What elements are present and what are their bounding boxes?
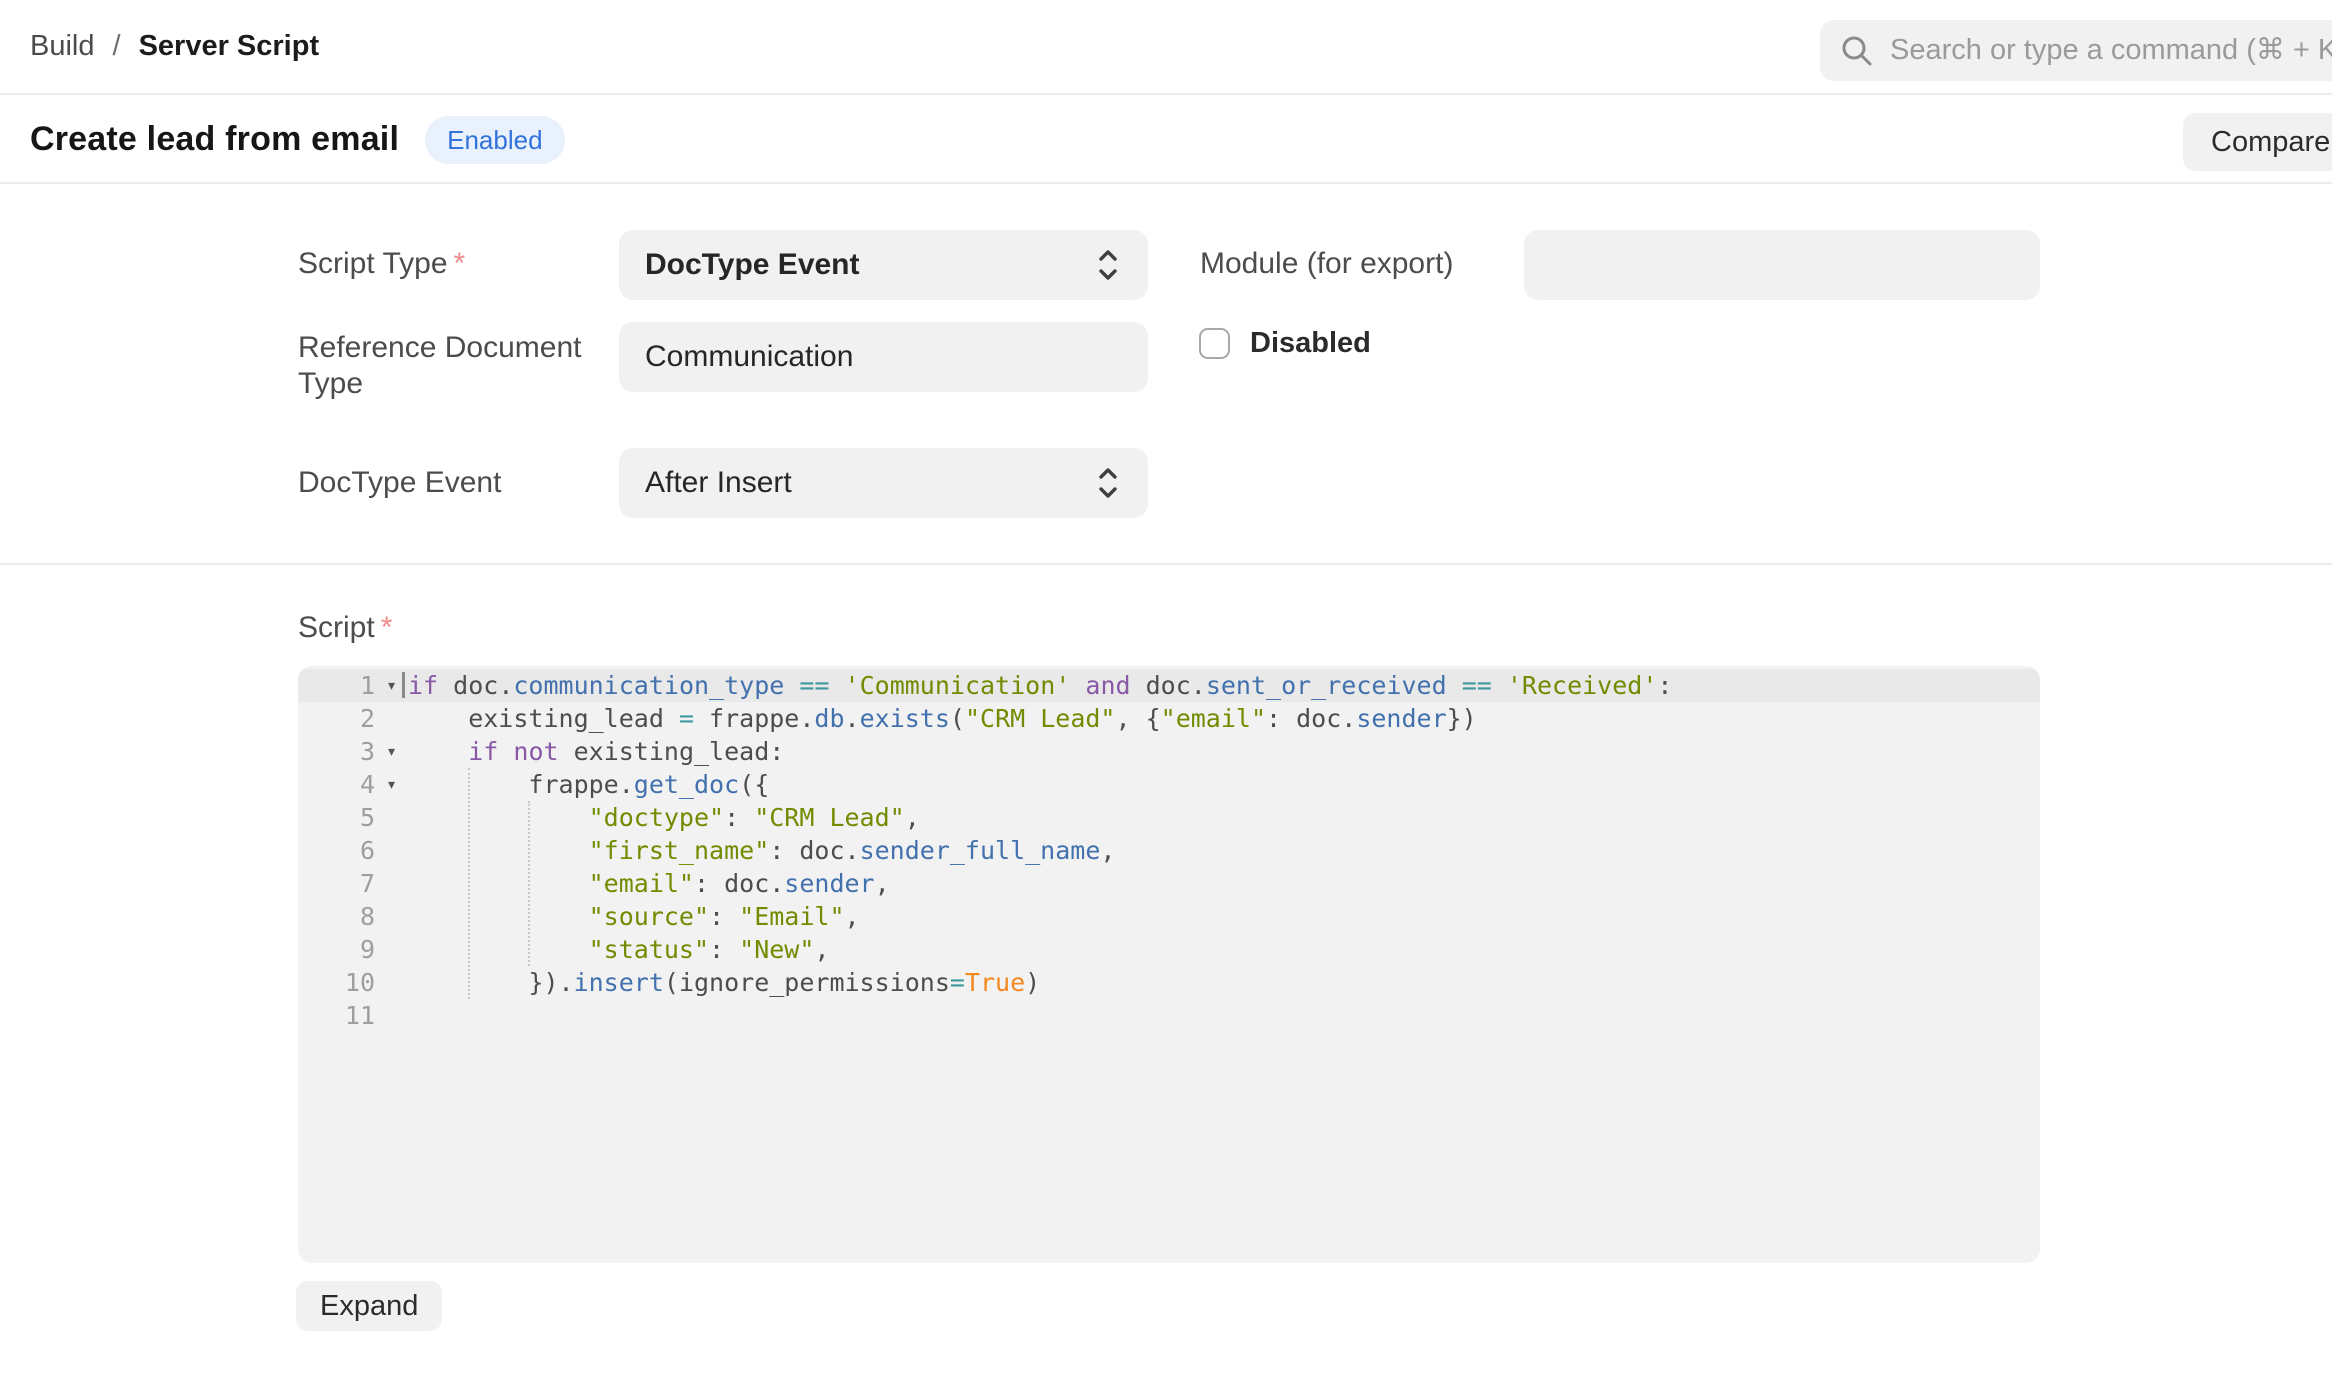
code-editor[interactable]: 1▾if doc.communication_type == 'Communic…	[298, 666, 2040, 1263]
chevron-updown-icon	[1094, 464, 1122, 502]
code-line[interactable]: 5 "doctype": "CRM Lead",	[298, 801, 2040, 834]
expand-editor-button[interactable]: Expand	[296, 1281, 442, 1331]
fold-gutter	[375, 834, 408, 867]
code-text	[408, 999, 2040, 1032]
script-type-label-text: Script Type	[298, 247, 448, 280]
code-line[interactable]: 3▾ if not existing_lead:	[298, 735, 2040, 768]
module-input[interactable]	[1524, 230, 2040, 300]
line-number: 4	[298, 768, 375, 801]
code-text: existing_lead = frappe.db.exists("CRM Le…	[408, 702, 2040, 735]
fold-gutter	[375, 867, 408, 900]
server-script-page: { "navbar": { "breadcrumb": { "root": "B…	[0, 0, 2332, 1384]
script-type-value: DocType Event	[645, 248, 860, 282]
code-text: }).insert(ignore_permissions=True)	[408, 966, 2040, 999]
line-number: 1	[298, 669, 375, 702]
code-text: "status": "New",	[408, 933, 2040, 966]
fold-arrow-icon[interactable]: ▾	[375, 735, 408, 768]
breadcrumb-build-link[interactable]: Build	[30, 30, 95, 63]
script-field-label: Script*	[298, 611, 392, 645]
line-number: 3	[298, 735, 375, 768]
script-type-label: Script Type*	[298, 246, 465, 282]
line-number: 11	[298, 999, 375, 1032]
page-header: Create lead from email Enabled Compare V…	[0, 97, 2332, 184]
line-number: 7	[298, 867, 375, 900]
compare-versions-button[interactable]: Compare Versions	[2183, 113, 2332, 171]
fold-gutter	[375, 801, 408, 834]
chevron-updown-icon	[1094, 246, 1122, 284]
editor-rows: 1▾if doc.communication_type == 'Communic…	[298, 669, 2040, 1032]
form-section: Script Type* DocType Event Module (for e…	[0, 184, 2332, 565]
line-number: 6	[298, 834, 375, 867]
status-badge: Enabled	[425, 116, 564, 164]
doctype-event-value: After Insert	[645, 466, 792, 500]
required-asterisk: *	[454, 247, 466, 280]
line-number: 2	[298, 702, 375, 735]
required-asterisk: *	[381, 611, 393, 644]
line-number: 5	[298, 801, 375, 834]
fold-gutter	[375, 933, 408, 966]
global-search[interactable]	[1820, 20, 2332, 81]
code-text: "email": doc.sender,	[408, 867, 2040, 900]
title-group: Create lead from email Enabled	[30, 97, 565, 182]
code-text: frappe.get_doc({	[408, 768, 2040, 801]
fold-gutter	[375, 999, 408, 1032]
code-line[interactable]: 9 "status": "New",	[298, 933, 2040, 966]
doctype-event-label: DocType Event	[298, 465, 501, 501]
code-line[interactable]: 10 }).insert(ignore_permissions=True)	[298, 966, 2040, 999]
text-cursor	[402, 672, 405, 698]
code-text: "doctype": "CRM Lead",	[408, 801, 2040, 834]
fold-gutter	[375, 966, 408, 999]
code-text: if doc.communication_type == 'Communicat…	[408, 669, 2040, 702]
reference-doctype-input[interactable]	[619, 322, 1148, 392]
code-text: "first_name": doc.sender_full_name,	[408, 834, 2040, 867]
line-number: 10	[298, 966, 375, 999]
fold-gutter	[375, 702, 408, 735]
script-type-select[interactable]: DocType Event	[619, 230, 1148, 300]
indent-guide	[468, 768, 470, 999]
breadcrumb-server-script-link[interactable]: Server Script	[139, 30, 320, 63]
search-input[interactable]	[1890, 34, 2332, 67]
code-text: "source": "Email",	[408, 900, 2040, 933]
indent-guide	[528, 801, 530, 966]
code-text: if not existing_lead:	[408, 735, 2040, 768]
disabled-checkbox-label[interactable]: Disabled	[1250, 327, 1371, 360]
page-title: Create lead from email	[30, 120, 399, 159]
code-line[interactable]: 6 "first_name": doc.sender_full_name,	[298, 834, 2040, 867]
code-line[interactable]: 2 existing_lead = frappe.db.exists("CRM …	[298, 702, 2040, 735]
code-line[interactable]: 1▾if doc.communication_type == 'Communic…	[298, 669, 2040, 702]
code-line[interactable]: 7 "email": doc.sender,	[298, 867, 2040, 900]
navbar: Build / Server Script	[0, 0, 2332, 95]
breadcrumb: Build / Server Script	[30, 0, 319, 93]
code-line[interactable]: 8 "source": "Email",	[298, 900, 2040, 933]
breadcrumb-separator: /	[113, 30, 121, 63]
disabled-field: Disabled	[1199, 327, 1371, 360]
module-label: Module (for export)	[1200, 246, 1453, 282]
search-icon	[1840, 34, 1874, 68]
line-number: 8	[298, 900, 375, 933]
code-line[interactable]: 11	[298, 999, 2040, 1032]
fold-arrow-icon[interactable]: ▾	[375, 768, 408, 801]
code-line[interactable]: 4▾ frappe.get_doc({	[298, 768, 2040, 801]
doctype-event-select[interactable]: After Insert	[619, 448, 1148, 518]
reference-doctype-label: Reference Document Type	[298, 330, 608, 402]
script-label-text: Script	[298, 611, 375, 644]
line-number: 9	[298, 933, 375, 966]
fold-gutter	[375, 900, 408, 933]
disabled-checkbox[interactable]	[1199, 328, 1230, 359]
